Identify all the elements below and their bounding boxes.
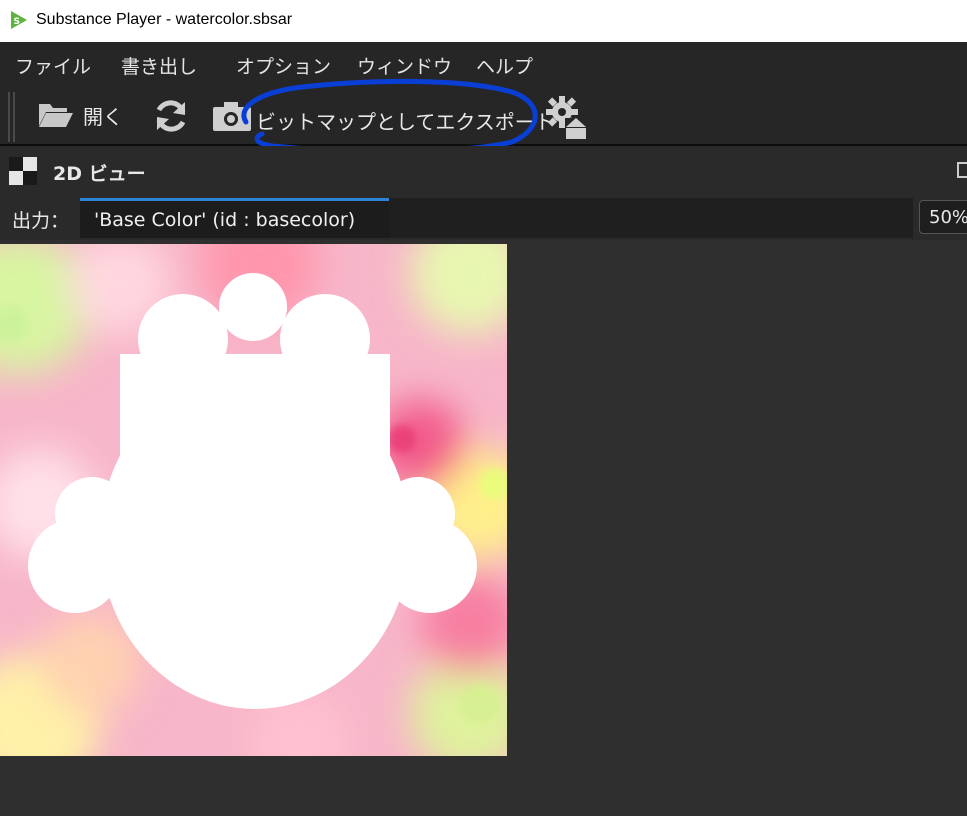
output-tab-basecolor[interactable]: 'Base Color' (id : basecolor) (80, 198, 389, 238)
export-settings-button[interactable] (544, 94, 590, 142)
window-title: Substance Player - watercolor.sbsar (36, 11, 293, 28)
settings-export-icon (546, 96, 587, 140)
zoom-field[interactable]: 50% (919, 200, 967, 234)
refresh-icon (156, 100, 186, 132)
menu-export[interactable]: 書き出し (121, 52, 197, 79)
panel-header-2d-view: 2D ビュー (0, 146, 967, 194)
output-label: 出力： (12, 210, 70, 232)
menu-file[interactable]: ファイル (15, 52, 91, 79)
refresh-button[interactable] (151, 96, 191, 136)
folder-open-icon (39, 104, 73, 127)
toolbar-grip[interactable] (8, 92, 15, 142)
panel-float-icon[interactable] (957, 162, 967, 178)
svg-text:S: S (14, 17, 20, 27)
export-bitmap-label: ビットマップとしてエクスポート (256, 110, 555, 134)
texture-preview (0, 244, 507, 756)
camera-icon (213, 102, 251, 131)
output-tab-bar (389, 198, 913, 238)
menu-window[interactable]: ウィンドウ (357, 52, 452, 79)
panel-title: 2D ビュー (53, 163, 146, 185)
menu-options[interactable]: オプション (236, 52, 331, 79)
open-button[interactable]: 開く (37, 100, 123, 130)
toolbar: 開く ビットマップとしてエクスポート (0, 88, 967, 144)
menu-bar: ファイル 書き出し オプション ウィンドウ ヘルプ (0, 42, 967, 88)
open-button-label: 開く (83, 104, 123, 129)
capture-button[interactable] (212, 100, 252, 132)
2d-viewport[interactable] (0, 240, 967, 816)
output-tab-label: 'Base Color' (id : basecolor) (94, 209, 356, 231)
substance-player-logo-icon: S (11, 11, 27, 29)
zoom-value: 50% (929, 207, 967, 228)
checker-icon (9, 157, 37, 185)
export-bitmap-button[interactable]: ビットマップとしてエクスポート (256, 106, 555, 135)
title-bar: S Substance Player - watercolor.sbsar (0, 0, 967, 42)
output-row: 出力： 'Base Color' (id : basecolor) 50% (0, 194, 967, 240)
menu-help[interactable]: ヘルプ (476, 52, 533, 79)
